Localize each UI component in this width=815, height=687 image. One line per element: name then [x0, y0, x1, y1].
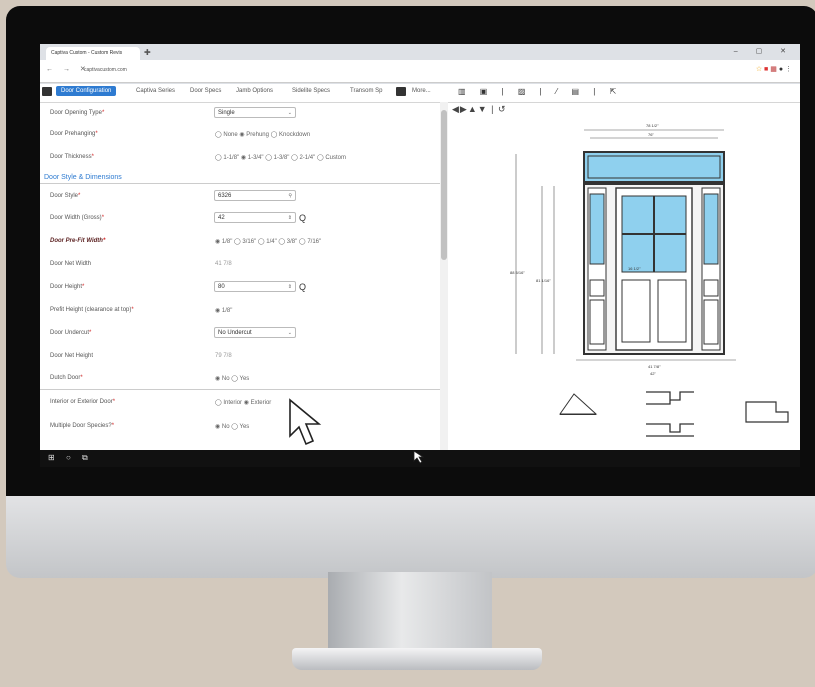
row-prefit-height: Prefit Height (clearance at top)* ◉ 1/8" — [50, 307, 233, 314]
row-door-undercut: Door Undercut* No Undercut ⌄ — [40, 327, 440, 342]
field-label: Door Net Width — [50, 261, 92, 267]
door-style-input[interactable]: 6326 ⚲ — [214, 190, 296, 201]
row-dutch-door: Dutch Door* ◉ No ◯ Yes — [50, 375, 250, 382]
folder-icon-2[interactable] — [396, 87, 406, 96]
field-label: Door Undercut — [50, 330, 90, 336]
dim-label: 78 1/2" — [646, 123, 659, 128]
field-label: Door Net Height — [50, 353, 94, 359]
tab-jamb-options[interactable]: Jamb Options — [236, 88, 273, 94]
interior-exterior-radios[interactable]: ◯ Interior ◉ Exterior — [215, 399, 271, 406]
mouse-pointer-icon — [413, 450, 425, 464]
divider — [40, 389, 440, 390]
browser-tab[interactable]: Captiva Custom - Custom Revis — [46, 47, 140, 60]
door-drawing-panel: ◀▶▲▼ | ↺ 78 1/2" 76" 88 5/16" 81 1/16" 4… — [450, 102, 800, 450]
form-scrollbar[interactable] — [440, 102, 448, 450]
row-door-thickness: Door Thickness* ◯ 1-1/8" ◉ 1-3/4" ◯ 1-3/… — [50, 154, 346, 161]
windows-start-icon[interactable]: ⊞ — [48, 453, 55, 462]
door-net-width-value: 41 7/8 — [215, 261, 232, 267]
dutch-door-radios[interactable]: ◉ No ◯ Yes — [215, 375, 249, 382]
row-multiple-species: Multiple Door Species?* ◉ No ◯ Yes — [50, 423, 250, 430]
tab-door-configuration[interactable]: Door Configuration — [56, 86, 117, 96]
dim-label: 88 5/16" — [510, 270, 525, 275]
monitor-stand-neck — [328, 572, 492, 652]
door-prehanging-radios[interactable]: ◯ None ◉ Prehung ◯ Knockdown — [215, 131, 310, 138]
imac-monitor: Captiva Custom - Custom Revis ✚ – ▢ ✕ ← … — [6, 6, 815, 578]
door-config-form: Door Opening Type* Single ⌄ Door Prehangi… — [40, 102, 440, 450]
url-field[interactable]: captivacustom.com — [84, 67, 127, 73]
window-controls[interactable]: – ▢ ✕ — [734, 47, 794, 55]
address-bar: ← → ✕ captivacustom.com ☆ ■ ▦ ● ⋮ — [40, 60, 800, 83]
field-label: Multiple Door Species? — [50, 423, 112, 429]
door-elevation-drawing: 78 1/2" 76" 88 5/16" 81 1/16" 41 7/8" 42… — [510, 123, 789, 437]
dim-label: 41 7/8" — [648, 364, 661, 369]
field-label: Door Width (Gross) — [50, 215, 102, 221]
browser-chrome: Captiva Custom - Custom Revis ✚ – ▢ ✕ ← … — [40, 44, 800, 84]
app-tab-bar: Door Configuration Captiva Series Door S… — [40, 84, 800, 103]
field-label: Dutch Door — [50, 375, 81, 381]
row-door-width: Door Width (Gross)* 42 ⇕ Q — [50, 212, 307, 223]
search-icon[interactable]: Q — [299, 282, 306, 292]
row-door-opening-type: Door Opening Type* Single ⌄ — [40, 107, 440, 122]
door-undercut-select[interactable]: No Undercut ⌄ — [214, 327, 296, 338]
field-label: Door Opening Type — [50, 110, 102, 116]
row-door-prehanging: Door Prehanging* ◯ None ◉ Prehung ◯ Knoc… — [50, 131, 311, 138]
door-thickness-radios[interactable]: ◯ 1-1/8" ◉ 1-3/4" ◯ 1-3/8" ◯ 2-1/4" ◯ Cu… — [215, 154, 346, 161]
door-height-input[interactable]: 80 ⇕ — [214, 281, 296, 292]
scrollbar-thumb[interactable] — [441, 110, 447, 260]
dim-label: 16 1/2" — [628, 266, 641, 271]
dim-label: 42" — [650, 371, 656, 376]
large-cursor-icon — [289, 398, 322, 446]
field-label: Prefit Height (clearance at top) — [50, 307, 132, 313]
tab-more[interactable]: More... — [412, 88, 431, 94]
tab-captiva-series[interactable]: Captiva Series — [136, 88, 175, 94]
extension-icons[interactable]: ☆ ■ ▦ ● ⋮ — [756, 65, 792, 73]
row-door-style: Door Style* 6326 ⚲ — [40, 190, 440, 205]
field-label: Door Prehanging — [50, 131, 96, 137]
row-door-net-width: Door Net Width 41 7/8 — [40, 259, 440, 273]
folder-icon[interactable] — [42, 87, 52, 96]
prefit-width-radios[interactable]: ◉ 1/8" ◯ 3/16" ◯ 1/4" ◯ 3/8" ◯ 7/16" — [215, 238, 321, 245]
monitor-stand-base — [292, 648, 542, 670]
toolbar-icons[interactable]: ▥ ▣ | ▨ | ⁄ ▤ | ⇱ — [458, 87, 622, 96]
tab-title: Captiva Custom - Custom Revis — [51, 50, 123, 56]
search-icon[interactable]: Q — [299, 213, 306, 223]
row-door-prefit-width: Door Pre-Fit Width* ◉ 1/8" ◯ 3/16" ◯ 1/4… — [50, 238, 322, 245]
door-width-input[interactable]: 42 ⇕ — [214, 212, 296, 223]
row-interior-exterior: Interior or Exterior Door* ◯ Interior ◉ … — [50, 399, 272, 406]
field-label: Door Height — [50, 284, 83, 290]
door-net-height-value: 79 7/8 — [215, 353, 232, 359]
dim-label: 81 1/16" — [536, 278, 551, 283]
tab-transom-specs[interactable]: Transom Sp — [350, 88, 382, 94]
screen: Captiva Custom - Custom Revis ✚ – ▢ ✕ ← … — [40, 44, 800, 467]
new-tab-button[interactable]: ✚ — [144, 48, 151, 57]
field-label: Interior or Exterior Door — [50, 399, 113, 405]
monitor-chin — [6, 496, 815, 578]
tab-door-specs[interactable]: Door Specs — [190, 88, 221, 94]
search-icon[interactable]: ⚲ — [288, 191, 292, 202]
drawing-nav-arrows[interactable]: ◀▶▲▼ | ↺ — [452, 104, 507, 115]
door-opening-type-select[interactable]: Single ⌄ — [214, 107, 296, 118]
search-icon[interactable]: ○ — [66, 453, 71, 462]
row-door-net-height: Door Net Height 79 7/8 — [40, 351, 440, 365]
field-label: Door Pre-Fit Width — [50, 238, 103, 244]
dim-label: 76" — [648, 132, 654, 137]
prefit-height-radio[interactable]: ◉ 1/8" — [215, 307, 232, 314]
row-door-height: Door Height* 80 ⇕ Q — [50, 281, 307, 292]
field-label: Door Thickness — [50, 154, 92, 160]
task-view-icon[interactable]: ⧉ — [82, 453, 88, 463]
tab-sidelite-specs[interactable]: Sidelite Specs — [292, 88, 330, 94]
multiple-species-radios[interactable]: ◉ No ◯ Yes — [215, 423, 249, 430]
field-label: Door Style — [50, 193, 79, 199]
section-title: Door Style & Dimensions — [44, 174, 122, 181]
divider — [40, 183, 440, 184]
